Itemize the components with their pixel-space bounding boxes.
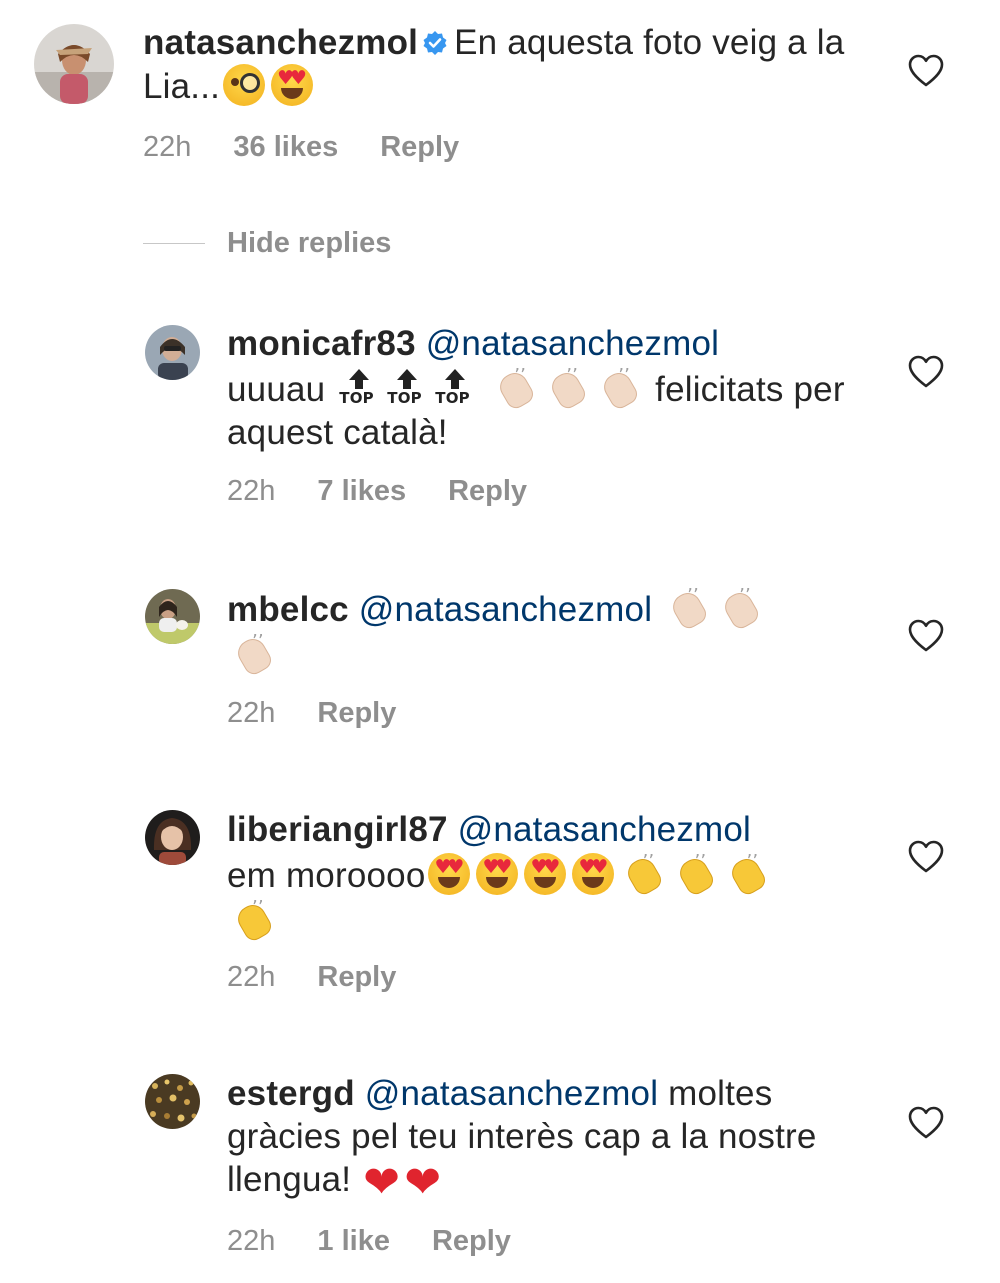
clapping-hands-emoji (492, 357, 538, 407)
top-arrow-emoji: TOP (433, 367, 477, 411)
red-heart-emoji: ❤ (404, 1157, 442, 1208)
comment-mention[interactable]: @natasanchezmol (458, 810, 751, 849)
avatar-photo (34, 24, 114, 104)
clapping-hands-emoji (665, 577, 711, 627)
hide-replies-label[interactable]: Hide replies (227, 225, 391, 261)
comment-meta: 22h Reply (227, 960, 396, 994)
heart-eyes-emoji (428, 853, 471, 895)
comment-body: natasanchezmol En aquesta foto veig a la… (143, 21, 863, 108)
top-arrow-emoji: TOP (385, 367, 429, 411)
comment-mention[interactable]: @natasanchezmol (359, 590, 652, 629)
divider-line (143, 243, 205, 244)
top-arrow-emoji: TOP (337, 367, 381, 411)
comment-body: liberiangirl87 @natasanchezmol em morooo… (227, 808, 867, 943)
clapping-hands-emoji (596, 357, 642, 407)
comment-text-before: uuuau (227, 370, 326, 409)
comment-meta: 22h 36 likes Reply (143, 130, 459, 164)
comment-body: mbelcc @natasanchezmol (227, 577, 867, 677)
like-heart-icon[interactable] (908, 54, 944, 88)
comment-mention[interactable]: @natasanchezmol (365, 1074, 658, 1113)
avatar[interactable] (145, 1074, 200, 1129)
comment-username[interactable]: estergd (227, 1074, 355, 1113)
comment-username[interactable]: monicafr83 (227, 324, 416, 363)
comment-meta: 22h 7 likes Reply (227, 474, 527, 508)
clapping-hands-emoji (620, 843, 666, 893)
clapping-hands-emoji (724, 843, 770, 893)
clapping-hands-emoji (230, 623, 276, 673)
like-heart-icon[interactable] (908, 619, 944, 653)
clapping-hands-emoji (230, 889, 276, 939)
heart-eyes-emoji (476, 853, 519, 895)
comment-meta: 22h 1 like Reply (227, 1224, 511, 1258)
comment-body: monicafr83 @natasanchezmol uuuau TOP TOP T… (227, 322, 867, 454)
comment-time: 22h (143, 131, 192, 163)
reply-button[interactable]: Reply (380, 130, 459, 164)
avatar[interactable] (145, 325, 200, 380)
clapping-hands-emoji (544, 357, 590, 407)
heart-eyes-emoji (524, 853, 567, 895)
red-heart-emoji: ❤ (363, 1157, 401, 1208)
comment-time: 22h (227, 961, 276, 993)
avatar[interactable] (145, 589, 200, 644)
avatar[interactable] (34, 24, 114, 104)
avatar-photo (145, 589, 200, 644)
comment-meta: 22h Reply (227, 696, 396, 730)
reply-button[interactable]: Reply (448, 474, 527, 508)
heart-eyes-emoji (572, 853, 615, 895)
comment-time: 22h (227, 475, 276, 507)
like-heart-icon[interactable] (908, 355, 944, 389)
heart-eyes-emoji (271, 64, 314, 106)
avatar-photo (145, 810, 200, 865)
comment-username[interactable]: mbelcc (227, 590, 349, 629)
clapping-hands-emoji (672, 843, 718, 893)
like-heart-icon[interactable] (908, 1106, 944, 1140)
comment-likes[interactable]: 7 likes (317, 474, 406, 508)
comment-username[interactable]: liberiangirl87 (227, 810, 448, 849)
reply-button[interactable]: Reply (432, 1224, 511, 1258)
clapping-hands-emoji (717, 577, 763, 627)
comment-likes[interactable]: 1 like (317, 1224, 390, 1258)
reply-button[interactable]: Reply (317, 696, 396, 730)
comment-time: 22h (227, 1225, 276, 1257)
comment-likes[interactable]: 36 likes (233, 130, 338, 164)
face-with-monocle-emoji (223, 64, 266, 106)
avatar-photo (145, 325, 200, 380)
like-heart-icon[interactable] (908, 840, 944, 874)
comment-body: estergd @natasanchezmol moltes gràcies p… (227, 1072, 867, 1205)
verified-badge-icon (423, 31, 447, 55)
comment-time: 22h (227, 697, 276, 729)
avatar[interactable] (145, 810, 200, 865)
comment-username[interactable]: natasanchezmol (143, 23, 418, 62)
reply-button[interactable]: Reply (317, 960, 396, 994)
avatar-photo (145, 1074, 200, 1129)
